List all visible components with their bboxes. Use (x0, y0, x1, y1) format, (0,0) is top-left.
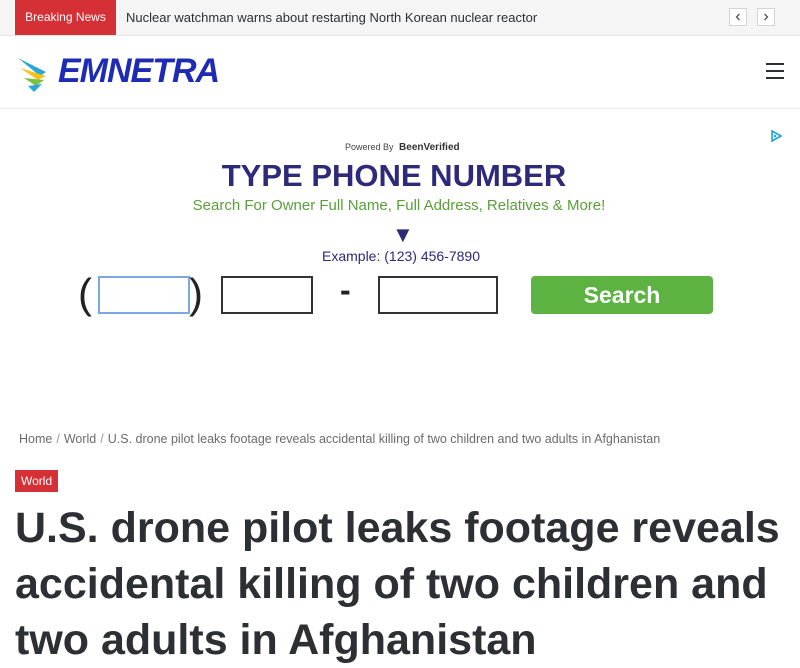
chevron-right-icon (764, 13, 769, 21)
ad-choices-icon[interactable] (770, 130, 782, 142)
ad-example-text: Example: (123) 456-7890 (322, 248, 480, 264)
paren-close: ) (189, 270, 203, 317)
ticker-prev-button[interactable] (729, 8, 747, 26)
breadcrumb-section-link[interactable]: World (64, 432, 96, 446)
breaking-news-label: Breaking News (15, 0, 116, 35)
prefix-input[interactable] (221, 276, 313, 314)
category-badge[interactable]: World (15, 470, 59, 492)
site-logo[interactable]: EMNETRA (16, 50, 220, 94)
breadcrumb-separator: / (56, 432, 60, 446)
phone-lookup-ad: Powered By BeenVerified TYPE PHONE NUMBE… (0, 110, 800, 410)
breadcrumb-current: U.S. drone pilot leaks footage reveals a… (107, 432, 661, 446)
breadcrumb-separator: / (100, 432, 104, 446)
breadcrumb-home-link[interactable]: Home (19, 432, 52, 446)
breadcrumb: Home / World / U.S. drone pilot leaks footag… (19, 432, 660, 446)
powered-by-text: Powered By (345, 142, 394, 152)
hamburger-menu-icon[interactable] (766, 63, 784, 79)
beenverified-logo: BeenVerified (399, 142, 460, 153)
breaking-news-headline-link[interactable]: Nuclear watchman warns about restarting … (126, 0, 537, 35)
breaking-news-bar: Breaking News Nuclear watchman warns abo… (0, 0, 800, 36)
logo-wings-icon (18, 58, 46, 92)
chevron-left-icon (735, 13, 740, 21)
area-code-input[interactable] (98, 276, 190, 314)
down-arrow-icon: ▼ (392, 222, 414, 247)
site-header: EMNETRA (0, 36, 800, 109)
line-number-input[interactable] (378, 276, 498, 314)
article-title: U.S. drone pilot leaks footage reveals a… (15, 504, 780, 664)
ad-search-button[interactable]: Search (531, 276, 713, 314)
logo-text: EMNETRA (58, 52, 220, 90)
dash-separator: - (340, 272, 351, 308)
paren-open: ( (78, 270, 92, 317)
ticker-next-button[interactable] (757, 8, 775, 26)
powered-by-line: Powered By BeenVerified (345, 142, 460, 153)
ad-title: TYPE PHONE NUMBER (221, 158, 567, 193)
ad-subtitle: Search For Owner Full Name, Full Address… (192, 197, 606, 214)
